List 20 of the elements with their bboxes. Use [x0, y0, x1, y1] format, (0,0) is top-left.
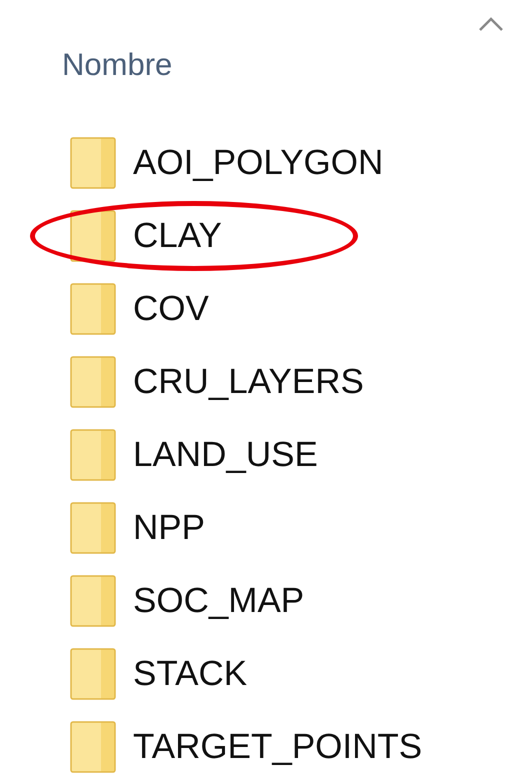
folder-name[interactable]: LAND_USE	[133, 432, 318, 476]
folder-name[interactable]: TARGET_POINTS	[133, 724, 422, 768]
folder-icon	[70, 210, 116, 262]
column-header[interactable]: Nombre	[62, 40, 172, 90]
folder-name[interactable]: STACK	[133, 652, 248, 696]
folder-icon	[70, 356, 116, 408]
folder-name[interactable]: AOI_POLYGON	[133, 140, 384, 184]
folder-name[interactable]: NPP	[133, 506, 205, 550]
chevron-up-icon[interactable]	[478, 16, 504, 32]
folder-icon	[70, 574, 116, 626]
folder-icon	[70, 648, 116, 700]
folder-icon	[70, 428, 116, 480]
folder-icon	[70, 502, 116, 554]
folder-icon	[70, 136, 116, 188]
folder-name[interactable]: COV	[133, 286, 209, 330]
folder-icon	[70, 282, 116, 334]
folder-name[interactable]: CRU_LAYERS	[133, 360, 364, 404]
folder-name[interactable]: CLAY	[133, 214, 222, 258]
folder-icon	[70, 720, 116, 772]
folder-name[interactable]: SOC_MAP	[133, 578, 304, 622]
